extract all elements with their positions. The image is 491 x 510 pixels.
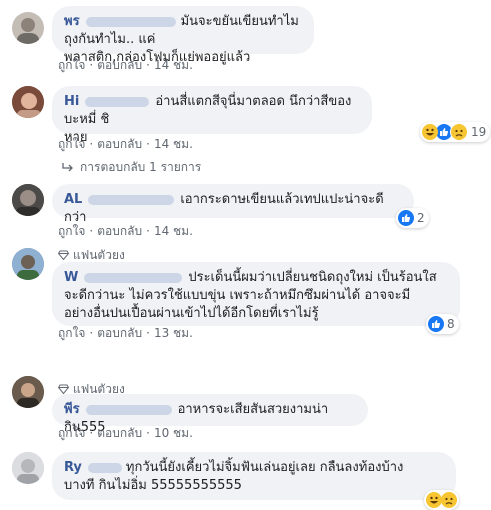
comment-bubble: Ry ทุกวันนี้ยังเคี้ยวไม่จิ้มฟันเล่นอยู่เล… [52,452,456,500]
reaction-summary[interactable]: 8 [426,314,459,334]
reply-link[interactable]: ตอบกลับ [97,137,142,151]
comment-bubble: พร มันจะขยันเขียนทำไมถุงกันทำไม.. แค่ พลา… [52,6,314,65]
timestamp[interactable]: 14 ชม. [154,137,193,151]
commenter-name[interactable]: Ry [64,460,82,475]
comment-text: ประเด็นนี้ผมว่าเปลี่ยนชนิดถุงใหม่ เป็นร้… [188,270,437,285]
like-link[interactable]: ถูกใจ [58,137,85,151]
comment-text: จะดีกว่านะ ไม่ควรใช้แบบขุ่น เพราะถ้าหมึก… [64,288,411,303]
haha-reaction-icon [426,492,442,508]
comment-line: Ry ทุกวันนี้ยังเคี้ยวไม่จิ้มฟันเล่นอยู่เล… [64,459,444,477]
reaction-summary[interactable] [424,490,459,510]
commenter-name[interactable]: พร [64,14,80,29]
view-replies-link[interactable]: การตอบกลับ 1 รายการ [62,158,201,177]
redacted-name [88,194,175,205]
reaction-count: 2 [417,211,425,225]
comment-line: Hi อ่านสี่แตกสีจุนี่มาตลอด นึกว่าสีของบะห… [64,93,360,129]
like-reaction-icon [398,210,414,226]
commenter-name[interactable]: AL [64,192,82,207]
replies-count-label[interactable]: การตอบกลับ 1 รายการ [80,158,201,177]
comment-actions: ถูกใจ · ตอบกลับ · 10 ชม. [58,426,193,440]
reaction-summary[interactable]: 2 [396,208,429,228]
comment-actions: ถูกใจ · ตอบกลับ · 13 ชม. [58,326,193,340]
redacted-name [85,96,150,107]
like-link[interactable]: ถูกใจ [58,426,85,440]
avatar[interactable] [12,12,44,44]
reply-link[interactable]: ตอบกลับ [97,58,142,72]
comment-bubble: AL เอากระดาษเขียนแล้วเทปแปะน่าจะดีกว่า [52,184,414,225]
timestamp[interactable]: 13 ชม. [154,326,193,340]
sad-reaction-icon [450,123,468,141]
like-link[interactable]: ถูกใจ [58,326,85,340]
comment-line: W ประเด็นนี้ผมว่าเปลี่ยนชนิดถุงใหม่ เป็นร… [64,269,448,287]
like-link[interactable]: ถูกใจ [58,224,85,238]
redacted-name [87,462,122,473]
reply-link[interactable]: ตอบกลับ [97,326,142,340]
timestamp[interactable]: 10 ชม. [154,426,193,440]
reply-arrow-icon [62,161,74,175]
reaction-count: 19 [471,125,487,139]
commenter-name[interactable]: พีร [64,402,80,417]
avatar[interactable] [12,248,44,280]
comment-actions: ถูกใจ · ตอบกลับ · 14 ชม. [58,58,193,72]
timestamp[interactable]: 14 ชม. [154,58,193,72]
comment-actions: ถูกใจ · ตอบกลับ · 14 ชม. [58,224,193,238]
reply-link[interactable]: ตอบกลับ [97,426,142,440]
avatar[interactable] [12,86,44,118]
diamond-icon [57,249,70,263]
like-reaction-icon [428,316,444,332]
reaction-count: 8 [447,317,455,331]
comment-text: ทุกวันนี้ยังเคี้ยวไม่จิ้มฟันเล่นอยู่เลย … [125,460,404,475]
avatar[interactable] [12,452,44,484]
comment-bubble: พีร อาหารจะเสียสันสวยงามน่ากิน555 [52,394,368,435]
commenter-name[interactable]: Hi [64,94,79,109]
comment-text: อย่างอื่นปนเปื้อนผ่านเข้าไปได้อีกโดยที่เ… [64,306,319,321]
commenter-name[interactable]: W [64,270,78,285]
comment-line: พร มันจะขยันเขียนทำไมถุงกันทำไม.. แค่ [64,13,302,49]
comment-actions: ถูกใจ · ตอบกลับ · 14 ชม. [58,137,193,151]
avatar[interactable] [12,376,44,408]
redacted-name [85,16,176,27]
haha-reaction-icon [422,124,438,140]
redacted-name [85,404,172,415]
reply-link[interactable]: ตอบกลับ [97,224,142,238]
comment-bubble: Hi อ่านสี่แตกสีจุนี่มาตลอด นึกว่าสีของบะห… [52,86,372,145]
avatar[interactable] [12,184,44,216]
reaction-summary[interactable]: 19 [420,122,491,142]
sad-reaction-icon [441,492,457,508]
like-link[interactable]: ถูกใจ [58,58,85,72]
comment-text: บางที กินไม่อิ่ม 55555555555 [64,478,242,493]
comment-bubble: W ประเด็นนี้ผมว่าเปลี่ยนชนิดถุงใหม่ เป็นร… [52,262,460,326]
redacted-name [84,272,183,283]
timestamp[interactable]: 14 ชม. [154,224,193,238]
